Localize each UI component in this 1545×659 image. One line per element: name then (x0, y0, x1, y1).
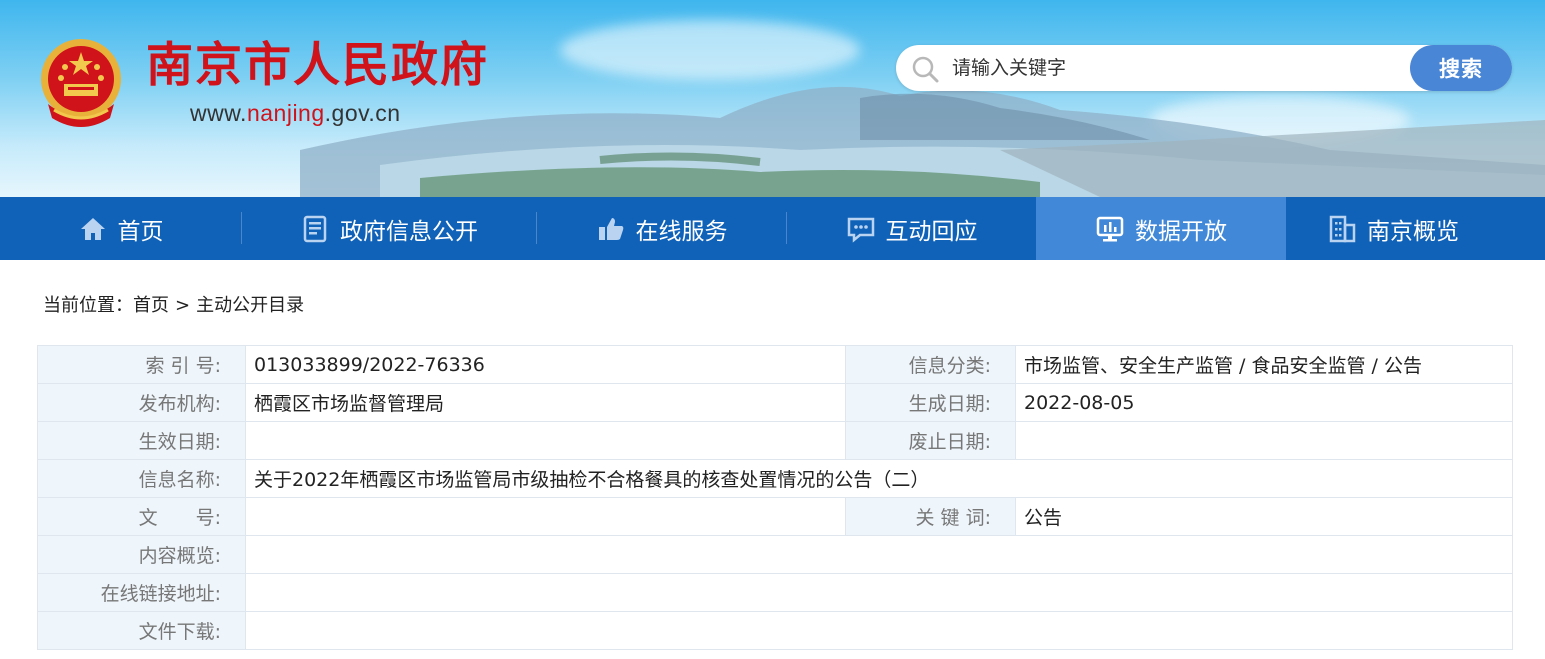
table-row: 索 引 号: 013033899/2022-76336 信息分类: 市场监管、安… (37, 345, 1513, 384)
nav-item-open-data[interactable]: 数据开放 (1036, 197, 1286, 260)
site-url: www.nanjing.gov.cn (190, 100, 401, 127)
table-row: 生效日期: 废止日期: (37, 421, 1513, 460)
main-nav: 首页 政府信息公开 在线服务 互动回应 数据开放 南京概览 (0, 197, 1545, 260)
effective-date-value (245, 421, 846, 460)
online-link-value[interactable] (245, 573, 1513, 612)
site-url-suffix: .gov.cn (324, 100, 401, 126)
thumbs-up-icon (598, 217, 623, 240)
nav-item-label: 首页 (117, 218, 164, 245)
site-url-prefix: www. (190, 100, 247, 126)
effective-date-label: 生效日期: (37, 421, 246, 460)
data-chart-icon (1096, 216, 1124, 241)
category-label: 信息分类: (845, 345, 1016, 384)
publisher-value: 栖霞区市场监督管理局 (245, 383, 846, 422)
keywords-label: 关 键 词: (845, 497, 1016, 536)
breadcrumb: 当前位置：首页 > 主动公开目录 (43, 291, 310, 317)
search-box: 搜索 (896, 45, 1512, 91)
nav-item-label: 南京概览 (1367, 218, 1459, 245)
chat-icon (847, 217, 874, 243)
header-banner: 南京市人民政府 www.nanjing.gov.cn 搜索 (0, 0, 1545, 197)
keywords-value: 公告 (1015, 497, 1513, 536)
site-title: 南京市人民政府 (146, 38, 489, 93)
doc-no-value (245, 497, 846, 536)
search-input[interactable] (952, 53, 1392, 83)
table-row: 信息名称: 关于2022年栖霞区市场监管局市级抽检不合格餐具的核查处置情况的公告… (37, 459, 1513, 498)
table-row: 内容概览: (37, 535, 1513, 574)
nav-item-gov-info[interactable]: 政府信息公开 (242, 197, 536, 260)
category-value: 市场监管、安全生产监管 / 食品安全监管 / 公告 (1015, 345, 1513, 384)
created-date-label: 生成日期: (845, 383, 1016, 422)
nav-item-label: 数据开放 (1135, 218, 1227, 245)
doc-no-label: 文 号: (37, 497, 246, 536)
nav-item-label: 政府信息公开 (340, 218, 478, 245)
created-date-value: 2022-08-05 (1015, 383, 1513, 422)
nav-item-home[interactable]: 首页 (0, 197, 241, 260)
table-row: 文 号: 关 键 词: 公告 (37, 497, 1513, 536)
nav-item-nanjing-overview[interactable]: 南京概览 (1286, 197, 1500, 260)
table-row: 发布机构: 栖霞区市场监督管理局 生成日期: 2022-08-05 (37, 383, 1513, 422)
index-no-value: 013033899/2022-76336 (245, 345, 846, 384)
file-download-value[interactable] (245, 611, 1513, 650)
expired-date-label: 废止日期: (845, 421, 1016, 460)
summary-value (245, 535, 1513, 574)
expired-date-value (1015, 421, 1513, 460)
index-no-label: 索 引 号: (37, 345, 246, 384)
info-name-label: 信息名称: (37, 459, 246, 498)
summary-label: 内容概览: (37, 535, 246, 574)
site-url-highlight: nanjing (246, 100, 325, 126)
breadcrumb-prefix: 当前位置： (43, 295, 133, 316)
nav-item-interaction[interactable]: 互动回应 (787, 197, 1036, 260)
breadcrumb-home-link[interactable]: 首页 (133, 295, 169, 316)
building-icon (1329, 215, 1356, 242)
publisher-label: 发布机构: (37, 383, 246, 422)
national-emblem-icon (41, 39, 121, 127)
online-link-label: 在线链接地址: (37, 573, 246, 612)
file-download-label: 文件下载: (37, 611, 246, 650)
landscape-scenery (300, 86, 1545, 197)
breadcrumb-current[interactable]: 主动公开目录 (196, 295, 304, 316)
breadcrumb-separator: > (175, 295, 191, 316)
table-row: 文件下载: (37, 611, 1513, 650)
home-icon (80, 217, 105, 240)
nav-item-online-service[interactable]: 在线服务 (537, 197, 786, 260)
search-button[interactable]: 搜索 (1410, 45, 1512, 91)
document-icon (303, 215, 327, 242)
info-name-value: 关于2022年栖霞区市场监管局市级抽检不合格餐具的核查处置情况的公告（二） (245, 459, 1513, 498)
nav-item-label: 互动回应 (885, 218, 978, 245)
table-row: 在线链接地址: (37, 573, 1513, 612)
info-table: 索 引 号: 013033899/2022-76336 信息分类: 市场监管、安… (37, 345, 1513, 650)
search-icon (912, 56, 939, 83)
nav-item-label: 在线服务 (635, 218, 728, 245)
